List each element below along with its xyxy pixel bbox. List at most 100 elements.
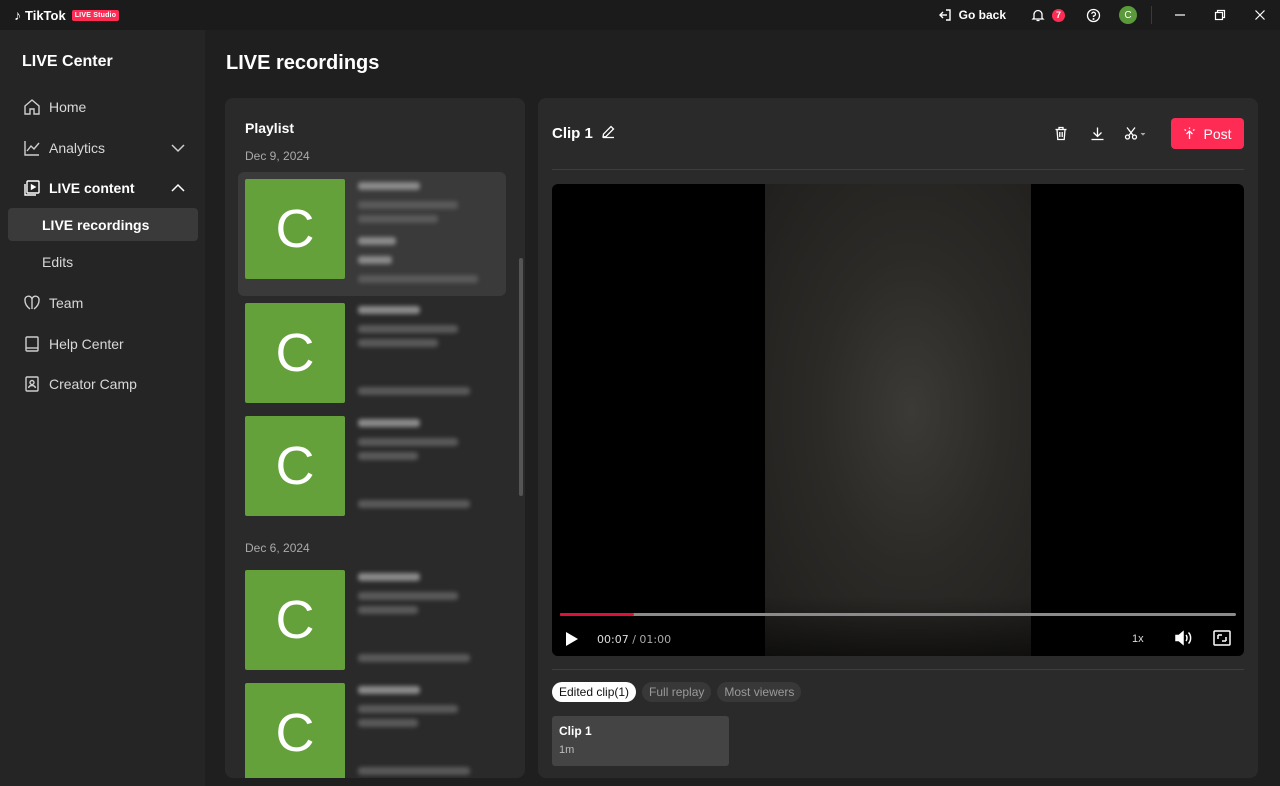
playlist-title: Playlist	[245, 120, 295, 136]
notifications-button[interactable]: 7	[1030, 7, 1065, 23]
playlist-item[interactable]: C	[238, 676, 506, 778]
sidebar-item-live-content[interactable]: LIVE content	[8, 171, 198, 204]
clip-card-duration: 1m	[559, 744, 575, 756]
player-divider	[552, 669, 1244, 670]
sidebar-item-analytics[interactable]: Analytics	[8, 131, 198, 164]
playlist-date: Dec 9, 2024	[245, 149, 310, 163]
sidebar-item-label: Help Center	[49, 335, 124, 352]
go-back-label: Go back	[958, 8, 1006, 22]
blurred-text	[358, 438, 458, 446]
sidebar-item-label: Home	[49, 98, 87, 115]
blurred-title	[358, 686, 420, 694]
playlist-panel: Playlist Dec 9, 2024 C C C Dec 6, 2024 C…	[225, 98, 525, 778]
clip-card[interactable]: Clip 1 1m	[552, 716, 729, 766]
playlist-item[interactable]: C	[238, 172, 506, 296]
help-button[interactable]	[1085, 7, 1101, 23]
sidebar-item-team[interactable]: Team	[8, 286, 198, 319]
volume-button[interactable]	[1174, 630, 1194, 651]
clip-panel: Clip 1 Post 00:07 / 01:00 1x Edited clip…	[538, 98, 1258, 778]
sidebar-item-label: Creator Camp	[49, 375, 137, 392]
sidebar-item-label: Analytics	[49, 139, 106, 156]
video-player[interactable]: 00:07 / 01:00 1x	[552, 184, 1244, 656]
blurred-text	[358, 719, 418, 727]
chevron-up-icon	[170, 180, 186, 196]
playlist-scrollbar[interactable]	[519, 258, 523, 496]
pencil-icon	[602, 125, 615, 139]
recording-thumbnail: C	[245, 570, 345, 670]
download-button[interactable]	[1079, 119, 1115, 149]
play-button[interactable]	[565, 631, 579, 652]
blurred-title	[358, 182, 420, 190]
blurred-text	[358, 606, 418, 614]
sparkle-icon	[1184, 127, 1196, 139]
sidebar: LIVE Center Home Analytics LIVE content …	[0, 30, 205, 786]
blurred-title	[358, 573, 420, 581]
blurred-text	[358, 215, 438, 223]
playback-speed-button[interactable]: 1x	[1132, 633, 1144, 645]
blurred-title	[358, 419, 420, 427]
download-icon	[1091, 127, 1103, 141]
blurred-text	[358, 500, 470, 508]
close-icon	[1255, 10, 1265, 20]
fullscreen-icon	[1213, 630, 1231, 646]
sidebar-title: LIVE Center	[22, 53, 113, 70]
live-studio-badge: LIVE Studio	[71, 9, 120, 21]
clip-card-name: Clip 1	[559, 724, 592, 738]
sidebar-item-live-recordings[interactable]: LIVE recordings	[8, 208, 198, 241]
playlist-item[interactable]: C	[238, 296, 506, 420]
sidebar-item-label: Team	[49, 294, 84, 311]
blurred-text	[358, 452, 418, 460]
sidebar-item-edits[interactable]: Edits	[8, 245, 198, 278]
recording-thumbnail: C	[245, 179, 345, 279]
video-progress-bar[interactable]	[560, 613, 1236, 616]
go-back-button[interactable]: Go back	[937, 7, 1006, 23]
blurred-text	[358, 201, 458, 209]
home-icon	[22, 97, 42, 117]
video-frame	[765, 184, 1031, 656]
playlist-date: Dec 6, 2024	[245, 541, 310, 555]
tiktok-logo: ♪ TikTok LIVE Studio	[14, 7, 120, 23]
blurred-text	[358, 275, 478, 283]
recording-thumbnail: C	[245, 303, 345, 403]
tab-full-replay[interactable]: Full replay	[642, 682, 712, 702]
creator-camp-icon	[22, 374, 42, 394]
page-title: LIVE recordings	[226, 52, 380, 74]
recording-thumbnail: C	[245, 683, 345, 778]
notification-count-badge: 7	[1052, 8, 1065, 22]
user-avatar[interactable]: C	[1119, 6, 1137, 24]
sidebar-item-creator-camp[interactable]: Creator Camp	[8, 367, 198, 400]
clip-toolbar: Post	[1043, 118, 1244, 149]
blurred-text	[358, 339, 438, 347]
tab-edited-clip[interactable]: Edited clip(1)	[552, 682, 637, 702]
playlist-item[interactable]: C	[238, 409, 506, 533]
blurred-text	[358, 325, 458, 333]
sidebar-item-label: Edits	[42, 253, 74, 270]
minimize-button[interactable]	[1160, 0, 1200, 30]
tab-most-viewers[interactable]: Most viewers	[717, 682, 802, 702]
blurred-text	[358, 256, 392, 264]
delete-button[interactable]	[1043, 119, 1079, 149]
help-icon	[1086, 8, 1100, 22]
trash-icon	[1055, 126, 1067, 141]
go-back-icon	[937, 7, 953, 23]
volume-icon	[1175, 630, 1192, 646]
restore-icon	[1214, 9, 1226, 21]
live-content-icon	[22, 178, 42, 198]
close-button[interactable]	[1240, 0, 1280, 30]
clip-tabs: Edited clip(1) Full replay Most viewers	[552, 682, 802, 702]
bell-icon	[1030, 7, 1046, 23]
titlebar-divider	[1151, 6, 1152, 24]
playlist-item[interactable]: C	[238, 563, 506, 687]
cut-dropdown-button[interactable]	[1115, 119, 1157, 149]
analytics-icon	[22, 138, 42, 158]
post-button[interactable]: Post	[1171, 118, 1244, 149]
blurred-text	[358, 767, 470, 775]
sidebar-item-help-center[interactable]: Help Center	[8, 327, 198, 360]
edit-title-button[interactable]	[601, 124, 616, 143]
blurred-text	[358, 654, 470, 662]
header-divider	[552, 169, 1244, 170]
sidebar-item-home[interactable]: Home	[8, 90, 198, 123]
restore-button[interactable]	[1200, 0, 1240, 30]
fullscreen-button[interactable]	[1213, 630, 1231, 651]
brand-name: TikTok	[25, 7, 66, 23]
